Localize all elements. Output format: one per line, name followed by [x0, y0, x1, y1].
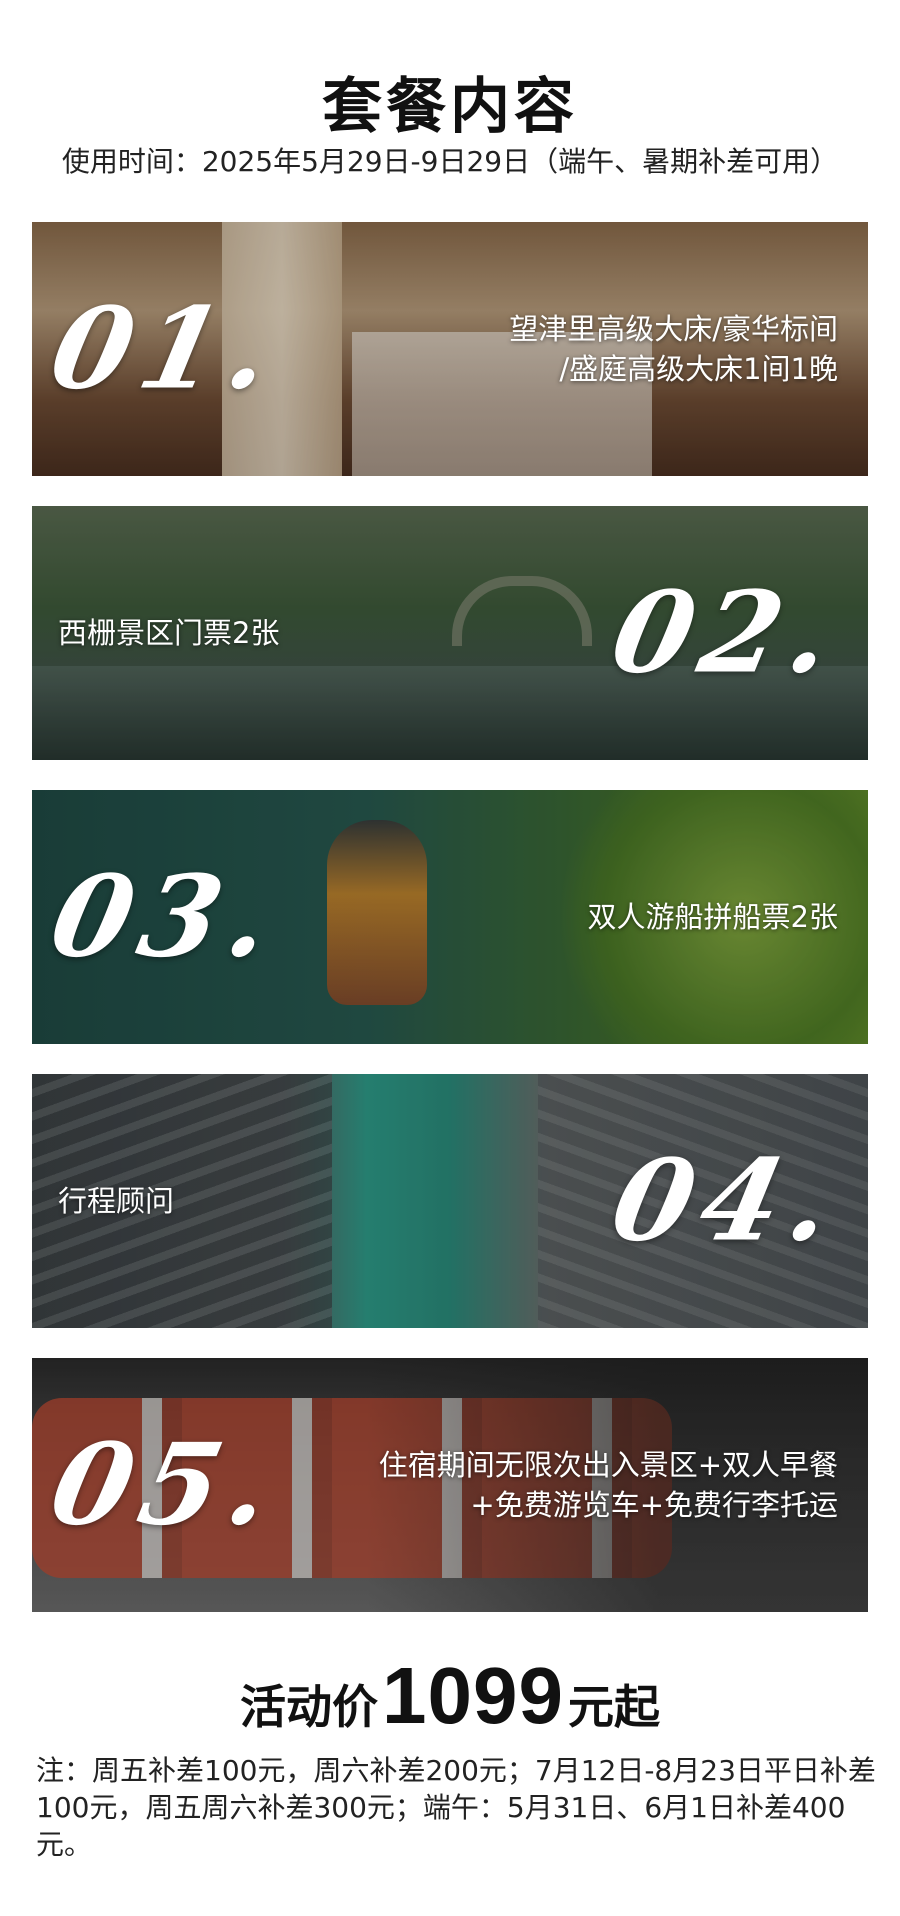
item-description: 望津里高级大床/豪华标间 /盛庭高级大床1间1晚	[509, 312, 838, 386]
item-description: 双人游船拼船票2张	[587, 900, 838, 934]
package-item-3: 03. 双人游船拼船票2张	[32, 790, 868, 1044]
package-item-5: 05. 住宿期间无限次出入景区+双人早餐 +免费游览车+免费行李托运	[32, 1358, 868, 1612]
package-item-2: 西栅景区门票2张 02.	[32, 506, 868, 760]
package-item-4: 行程顾问 04.	[32, 1074, 868, 1328]
price-amount: 1099	[382, 1651, 564, 1740]
surcharge-note: 注：周五补差100元，周六补差200元；7月12日-8月23日平日补差100元，…	[36, 1754, 876, 1861]
page-title: 套餐内容	[322, 72, 578, 142]
item-description: 住宿期间无限次出入景区+双人早餐 +免费游览车+免费行李托运	[378, 1448, 838, 1522]
price-line: 活动价1099元起	[0, 1650, 900, 1742]
item-number: 05.	[40, 1419, 293, 1551]
item-description: 西栅景区门票2张	[58, 616, 280, 650]
price-suffix: 元起	[567, 1680, 660, 1734]
item-number: 03.	[40, 851, 293, 983]
item-number: 02.	[601, 567, 854, 699]
item-description: 行程顾问	[58, 1184, 175, 1218]
item-number: 04.	[601, 1135, 854, 1267]
package-item-1: 01. 望津里高级大床/豪华标间 /盛庭高级大床1间1晚	[32, 222, 868, 476]
price-prefix: 活动价	[240, 1680, 379, 1734]
usage-period: 使用时间：2025年5月29日-9日29日（端午、暑期补差可用）	[61, 145, 839, 178]
item-number: 01.	[40, 283, 293, 415]
